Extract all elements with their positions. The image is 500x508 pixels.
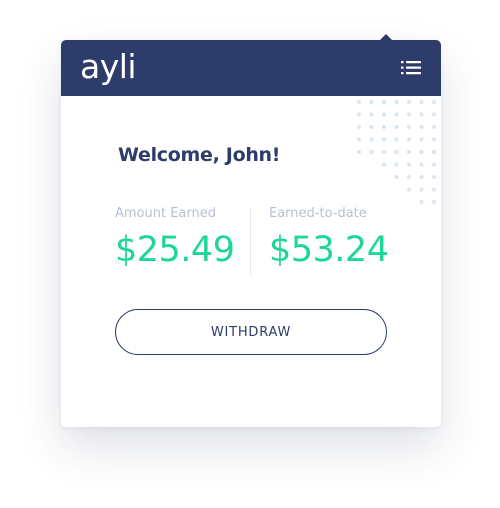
- decorative-dot: [369, 112, 374, 117]
- decorative-dot: [369, 137, 374, 142]
- stats-divider: [250, 207, 251, 275]
- decorative-dot: [381, 124, 387, 130]
- decorative-dot: [406, 137, 412, 142]
- widget-stage: ayli Welcome, John! Amount Earned $25.49: [0, 0, 500, 508]
- decorative-dot: [356, 149, 362, 155]
- decorative-dot: [394, 99, 399, 105]
- decorative-dot: [406, 149, 412, 155]
- decorative-dot: [431, 174, 437, 180]
- decorative-dot: [406, 112, 412, 117]
- decorative-dot: [394, 137, 399, 142]
- decorative-dot: [431, 149, 437, 155]
- earned-to-date-label: Earned-to-date: [269, 206, 367, 221]
- amount-earned-value: $25.49: [115, 230, 235, 270]
- decorative-dot: [381, 112, 387, 117]
- dot-pattern-decoration: [356, 99, 437, 204]
- decorative-dot: [369, 99, 374, 105]
- decorative-dot: [381, 137, 387, 142]
- decorative-dot: [419, 187, 424, 192]
- decorative-dot: [406, 162, 412, 167]
- decorative-dot: [419, 137, 424, 142]
- welcome-heading: Welcome, John!: [118, 144, 281, 166]
- decorative-dot: [356, 99, 362, 105]
- amount-earned-label: Amount Earned: [115, 206, 217, 221]
- decorative-dot: [431, 162, 437, 167]
- earnings-card: ayli Welcome, John! Amount Earned $25.49: [61, 40, 441, 427]
- decorative-dot: [431, 124, 437, 130]
- decorative-dot: [431, 137, 437, 142]
- decorative-dot: [406, 174, 412, 180]
- decorative-dot: [381, 162, 387, 167]
- decorative-dot: [356, 124, 362, 130]
- decorative-dot: [356, 137, 362, 142]
- decorative-dot: [419, 162, 424, 167]
- earned-to-date-value: $53.24: [269, 230, 389, 270]
- ayli-logo: ayli: [80, 47, 137, 86]
- decorative-dot: [419, 99, 424, 105]
- decorative-dot: [369, 124, 374, 130]
- decorative-dot: [406, 124, 412, 130]
- decorative-dot: [381, 149, 387, 155]
- decorative-dot: [419, 174, 424, 180]
- decorative-dot: [431, 187, 437, 192]
- withdraw-button[interactable]: WITHDRAW: [115, 309, 387, 355]
- decorative-dot: [419, 149, 424, 155]
- decorative-dot: [419, 112, 424, 117]
- decorative-dot: [394, 174, 399, 180]
- decorative-dot: [394, 162, 399, 167]
- decorative-dot: [369, 149, 374, 155]
- decorative-dot: [431, 199, 437, 204]
- decorative-dot: [406, 187, 412, 192]
- decorative-dot: [381, 99, 387, 105]
- decorative-dot: [394, 149, 399, 155]
- decorative-dot: [431, 99, 437, 105]
- decorative-dot: [406, 99, 412, 105]
- decorative-dot: [419, 199, 424, 204]
- decorative-dot: [419, 124, 424, 130]
- decorative-dot: [356, 112, 362, 117]
- decorative-dot: [431, 112, 437, 117]
- decorative-dot: [394, 124, 399, 130]
- card-header: ayli: [61, 40, 441, 96]
- decorative-dot: [394, 112, 399, 117]
- hamburger-menu-icon[interactable]: [394, 54, 428, 82]
